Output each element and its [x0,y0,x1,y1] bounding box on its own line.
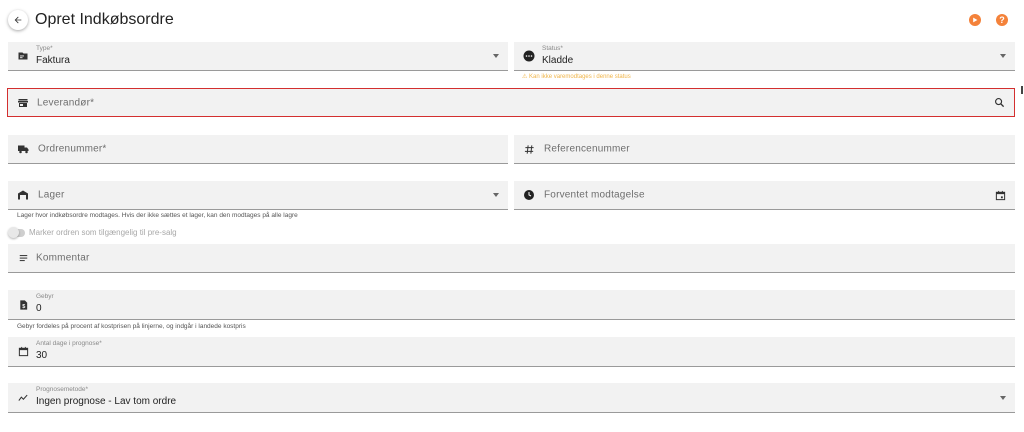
forecast-days-value: 30 [36,350,48,361]
status-warning: ⚠ Kan ikke varemodtages i denne status [522,74,631,80]
status-select[interactable]: Status* Kladde [514,42,1015,71]
fee-field[interactable]: $ Gebyr 0 [8,290,1015,320]
chevron-down-icon [493,193,499,197]
fee-hint: Gebyr fordeles på procent af kostprisen … [17,323,246,330]
warehouse-placeholder: Lager [38,189,65,201]
warehouse-icon [16,188,30,202]
toggle-knob [8,227,19,238]
status-label: Status* [542,45,563,52]
presale-label: Marker ordren som tilgængelig til pre-sa… [29,228,177,237]
fee-value: 0 [36,303,42,314]
calendar-icon[interactable] [994,189,1006,201]
supplier-field[interactable]: Leverandør* [7,88,1015,117]
comment-field[interactable]: Kommentar [8,244,1015,273]
arrow-left-icon [14,16,22,24]
svg-text:$: $ [22,303,25,309]
chevron-down-icon [1000,395,1006,400]
back-button[interactable] [8,10,28,30]
help-button[interactable]: ? [996,14,1008,26]
truck-icon [16,142,30,156]
help-icon: ? [999,15,1005,25]
scrollbar-thumb[interactable] [1021,86,1023,94]
warehouse-hint: Lager hvor indkøbsordre modtages. Hvis d… [17,212,298,219]
status-value: Kladde [542,55,574,66]
chevron-down-icon [493,54,499,58]
clock-icon [522,188,536,202]
type-value: Faktura [36,55,70,66]
chevron-down-icon [1000,54,1006,58]
trend-icon [16,391,30,405]
forecast-days-field[interactable]: Antal dage i prognose* 30 [8,337,1015,367]
forecast-method-value: Ingen prognose - Lav tom ordre [36,396,177,407]
hash-icon [522,142,536,156]
type-select[interactable]: Type* Faktura [8,42,508,71]
forecast-days-label: Antal dage i prognose* [36,340,102,347]
page-title: Opret Indkøbsordre [35,11,174,28]
expected-date-placeholder: Forventet modtagelse [544,189,645,201]
document-icon [16,49,30,63]
search-icon[interactable] [993,97,1005,109]
supplier-placeholder: Leverandør* [37,97,95,108]
presale-toggle[interactable] [8,227,25,238]
expected-date-field[interactable]: Forventet modtagelse [514,181,1015,210]
type-label: Type* [36,45,53,52]
warehouse-select[interactable]: Lager [8,181,508,210]
reference-placeholder: Referencenummer [544,143,630,155]
play-button[interactable] [969,14,981,26]
store-icon [16,96,30,110]
list-icon [16,251,30,265]
more-horizontal-circle-icon [522,49,536,63]
order-number-placeholder: Ordrenummer* [38,143,107,155]
play-icon [973,17,978,23]
order-number-field[interactable]: Ordrenummer* [8,135,508,164]
fee-label: Gebyr [36,293,54,300]
calendar-icon [16,345,30,359]
forecast-method-select[interactable]: Prognosemetode* Ingen prognose - Lav tom… [8,383,1015,413]
comment-placeholder: Kommentar [36,252,90,264]
currency-icon: $ [16,298,30,312]
reference-field[interactable]: Referencenummer [514,135,1015,164]
forecast-method-label: Prognosemetode* [36,386,89,393]
page-header: Opret Indkøbsordre ? [0,0,1024,40]
